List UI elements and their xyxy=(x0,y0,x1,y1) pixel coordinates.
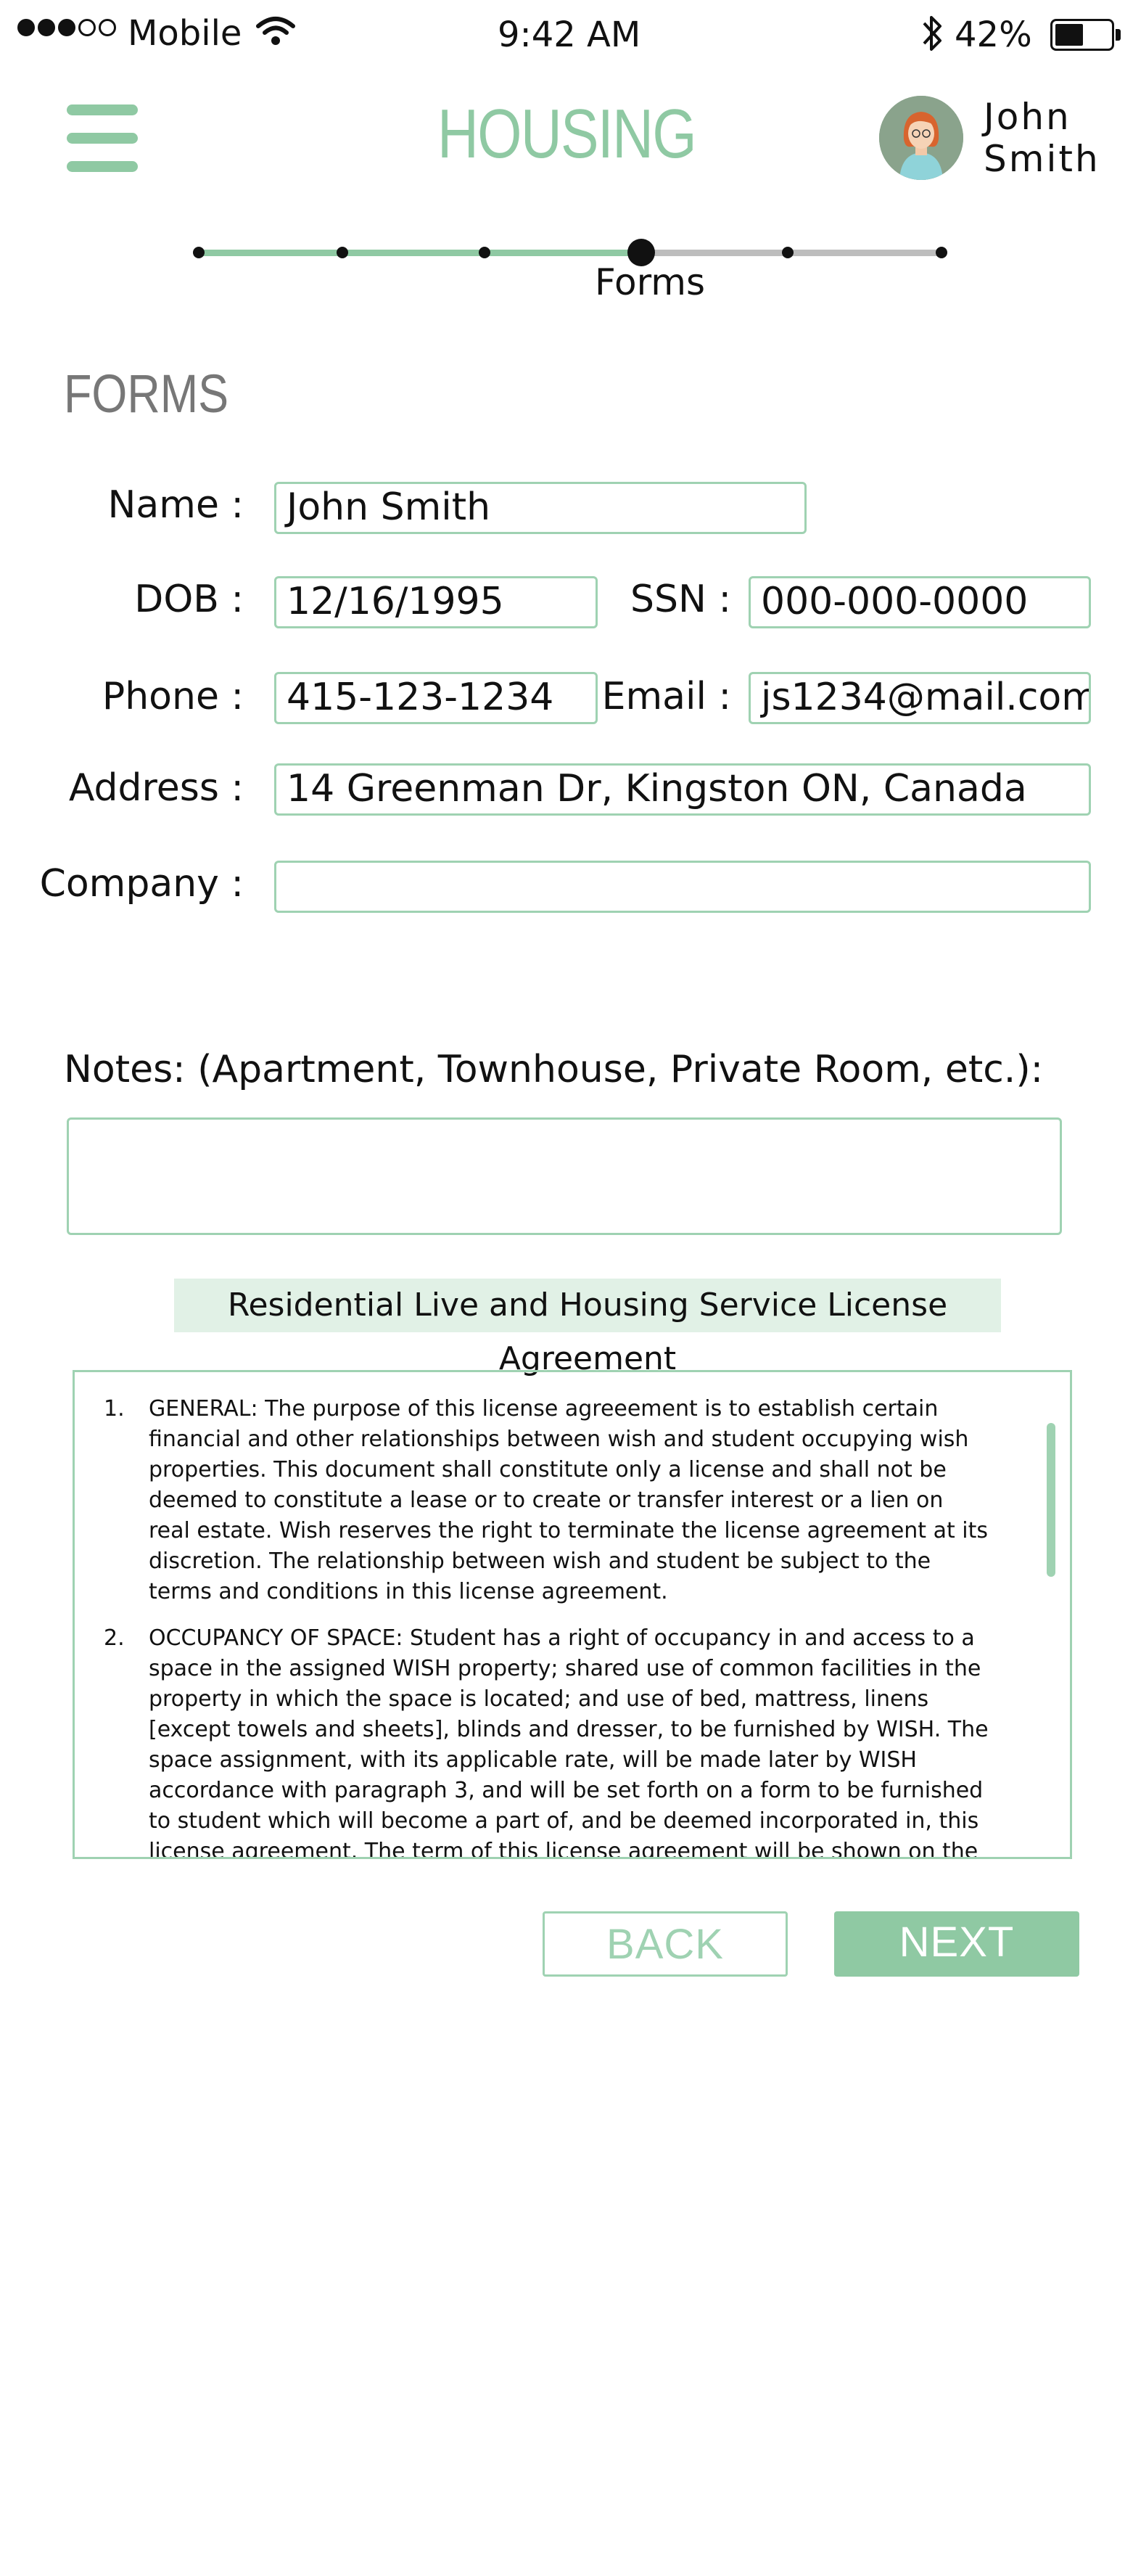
email-field[interactable]: js1234@mail.com xyxy=(749,672,1091,724)
ssn-field[interactable]: 000-000-0000 xyxy=(749,576,1091,628)
clause-text: GENERAL: The purpose of this license agr… xyxy=(149,1396,988,1604)
agreement-title: Residential Live and Housing Service Lic… xyxy=(174,1279,1001,1377)
battery-percent: 42% xyxy=(955,15,1032,55)
signal-strength-icon xyxy=(17,19,116,36)
phone-field[interactable]: 415-123-1234 xyxy=(274,672,598,724)
name-label: Name : xyxy=(107,483,244,527)
status-time: 9:42 AM xyxy=(498,15,641,55)
dob-field[interactable]: 12/16/1995 xyxy=(274,576,598,628)
agreement-clause: 2. OCCUPANCY OF SPACE: Student has a rig… xyxy=(104,1623,989,1859)
progress-step-1 xyxy=(193,247,205,258)
notes-textarea[interactable] xyxy=(67,1117,1062,1235)
agreement-scroll-box[interactable]: 1. GENERAL: The purpose of this license … xyxy=(73,1370,1072,1859)
clause-number: 1. xyxy=(104,1396,125,1422)
name-field[interactable]: John Smith xyxy=(274,482,807,534)
notes-label: Notes: (Apartment, Townhouse, Private Ro… xyxy=(64,1048,1044,1091)
scrollbar-thumb[interactable] xyxy=(1047,1423,1055,1577)
battery-icon xyxy=(1050,19,1121,51)
progress-step-3 xyxy=(479,247,490,258)
progress-step-5 xyxy=(782,247,794,258)
next-button[interactable]: NEXT xyxy=(834,1911,1079,1977)
clause-number: 2. xyxy=(104,1625,125,1651)
ssn-label: SSN : xyxy=(630,578,731,621)
carrier-name: Mobile xyxy=(128,13,242,54)
progress-step-6 xyxy=(936,247,947,258)
back-button[interactable]: BACK xyxy=(543,1911,788,1977)
address-field[interactable]: 14 Greenman Dr, Kingston ON, Canada xyxy=(274,763,1091,816)
email-label: Email : xyxy=(601,675,731,718)
agreement-clause: 1. GENERAL: The purpose of this license … xyxy=(104,1394,989,1607)
progress-step-label: Forms xyxy=(595,261,706,303)
address-label: Address : xyxy=(68,766,244,810)
progress-track-completed xyxy=(199,250,641,256)
avatar[interactable] xyxy=(879,96,963,180)
status-bar: Mobile 9:42 AM 42% xyxy=(0,0,1133,73)
dob-label: DOB : xyxy=(134,578,244,621)
progress-step-2 xyxy=(337,247,348,258)
wifi-icon xyxy=(255,15,296,55)
company-label: Company : xyxy=(39,862,244,906)
user-name[interactable]: John Smith xyxy=(984,96,1100,180)
company-field[interactable] xyxy=(274,861,1091,913)
section-title: FORMS xyxy=(64,364,229,424)
bluetooth-icon xyxy=(921,12,943,64)
phone-label: Phone : xyxy=(102,675,244,718)
clause-text: OCCUPANCY OF SPACE: Student has a right … xyxy=(149,1625,989,1859)
